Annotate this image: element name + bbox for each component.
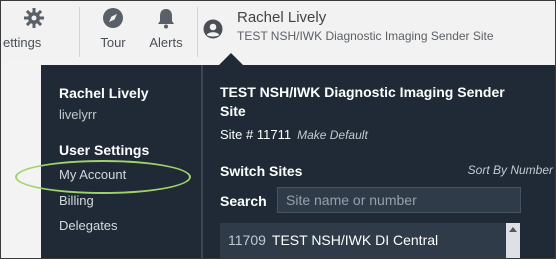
nav-alerts[interactable]: Alerts [142, 1, 190, 61]
nav-separator [197, 7, 198, 57]
nav-alerts-label: Alerts [149, 35, 183, 50]
nav-tour[interactable]: Tour [93, 1, 133, 61]
site-list-item-number: 11709 [228, 232, 266, 248]
site-list-item-name: TEST NSH/IWK DI Central [271, 232, 439, 248]
current-site-title: TEST NSH/IWK Diagnostic Imaging Sender S… [220, 84, 505, 119]
compass-icon [102, 7, 124, 29]
search-label: Search [220, 193, 267, 209]
nav-separator [79, 7, 80, 57]
user-name: Rachel Lively [237, 9, 327, 26]
site-list-item[interactable]: 11709 TEST NSH/IWK DI Central [228, 232, 438, 248]
make-default-link[interactable]: Make Default [297, 128, 368, 142]
site-number-label: Site # 11711 [220, 127, 292, 142]
dropdown-user-name: Rachel Lively [59, 85, 149, 101]
user-circle-icon [203, 19, 223, 39]
gear-icon [23, 7, 45, 29]
user-current-site: TEST NSH/IWK Diagnostic Imaging Sender S… [237, 29, 494, 43]
sort-by-number-link[interactable]: Sort By Number [468, 163, 553, 177]
scroll-up-arrow-icon[interactable] [509, 227, 517, 232]
nav-settings-label: ettings [3, 35, 42, 50]
bell-icon [155, 7, 177, 29]
dropdown-caret [219, 53, 243, 65]
delegates-link[interactable]: Delegates [59, 218, 118, 233]
app-frame: ettings Tour Alerts Rachel Lively TEST N… [0, 0, 556, 259]
nav-tour-label: Tour [100, 35, 126, 50]
site-number: Site # 11711 Make Default [220, 127, 368, 142]
user-settings-heading: User Settings [59, 142, 150, 158]
my-account-highlight-oval [15, 160, 191, 194]
user-menu-toggle[interactable]: Rachel Lively TEST NSH/IWK Diagnostic Im… [199, 7, 555, 51]
dropdown-username: livelyrr [59, 107, 97, 122]
site-list: 11709 TEST NSH/IWK DI Central [220, 223, 520, 258]
nav-settings[interactable]: ettings [1, 1, 67, 61]
billing-link[interactable]: Billing [59, 193, 94, 208]
site-search-input[interactable] [277, 187, 521, 213]
switch-sites-heading: Switch Sites [220, 163, 303, 179]
site-column: TEST NSH/IWK Diagnostic Imaging Sender S… [203, 65, 555, 258]
top-nav: ettings Tour Alerts Rachel Lively TEST N… [1, 1, 555, 61]
site-list-scrollbar[interactable] [506, 223, 520, 258]
